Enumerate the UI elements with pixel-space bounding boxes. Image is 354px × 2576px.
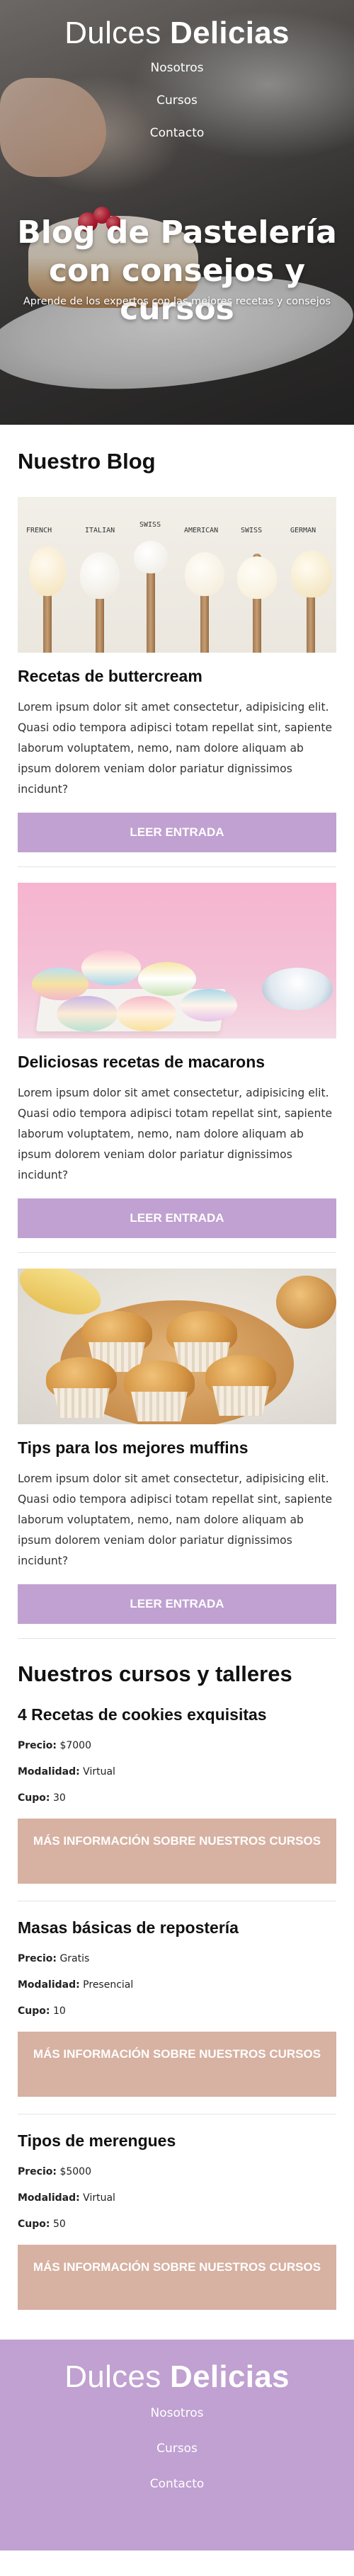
course-info-button[interactable]: MÁS INFORMACIÓN SOBRE NUESTROS CURSOS xyxy=(18,1819,336,1884)
course-title: 4 Recetas de cookies exquisitas xyxy=(18,1705,267,1724)
mode-label: Modalidad: xyxy=(18,1766,80,1778)
image-label: GERMAN xyxy=(290,527,316,534)
footer-link-contacto[interactable]: Contacto xyxy=(150,2477,205,2491)
price-label: Precio: xyxy=(18,1953,57,1964)
course-price: Precio: $5000 xyxy=(18,2166,336,2177)
mode-value: Virtual xyxy=(83,2192,115,2204)
nav-link-nosotros[interactable]: Nosotros xyxy=(151,61,204,75)
course-mode: Modalidad: Presencial xyxy=(18,1979,336,1991)
blog-entry: Deliciosas recetas de macarons Lorem ips… xyxy=(18,883,336,1253)
logo-bold-text: Delicias xyxy=(170,2359,290,2394)
read-entry-button[interactable]: LEER ENTRADA xyxy=(18,813,336,852)
footer-nav: Nosotros Cursos Contacto xyxy=(0,2406,354,2491)
nav-link-contacto[interactable]: Contacto xyxy=(150,126,205,140)
price-label: Precio: xyxy=(18,1740,57,1751)
course-price: Precio: Gratis xyxy=(18,1953,336,1964)
seats-label: Cupo: xyxy=(18,1792,50,1804)
courses-section-title: Nuestros cursos y talleres xyxy=(18,1661,292,1686)
course-mode: Modalidad: Virtual xyxy=(18,2192,336,2204)
seats-value: 10 xyxy=(52,2005,66,2017)
course-seats: Cupo: 50 xyxy=(18,2219,336,2230)
seats-value: 30 xyxy=(52,1792,66,1804)
nav-link-cursos[interactable]: Cursos xyxy=(156,93,198,108)
logo-light-text: Dulces xyxy=(64,2359,161,2394)
blog-entry-text: Lorem ipsum dolor sit amet consectetur, … xyxy=(18,701,333,796)
mode-value: Virtual xyxy=(83,1766,115,1778)
seats-label: Cupo: xyxy=(18,2219,50,2230)
price-value: $5000 xyxy=(59,2166,91,2177)
image-label: SWISS xyxy=(139,521,161,529)
blog-image-buttercream: FRENCH ITALIAN SWISS AMERICAN SWISS GERM… xyxy=(18,497,336,653)
course-seats: Cupo: 10 xyxy=(18,2005,336,2017)
blog-image-macarons xyxy=(18,883,336,1038)
course-card: 4 Recetas de cookies exquisitas Precio: … xyxy=(18,1705,336,1901)
course-info-button[interactable]: MÁS INFORMACIÓN SOBRE NUESTROS CURSOS xyxy=(18,2032,336,2097)
image-label: ITALIAN xyxy=(85,527,115,534)
price-label: Precio: xyxy=(18,2166,57,2177)
blog-entry-title: Recetas de buttercream xyxy=(18,667,202,685)
blog-entry-title: Tips para los mejores muffins xyxy=(18,1438,249,1457)
blog-entry-title: Deliciosas recetas de macarons xyxy=(18,1053,266,1071)
course-price: Precio: $7000 xyxy=(18,1740,336,1751)
course-card: Masas básicas de repostería Precio: Grat… xyxy=(18,1918,336,2114)
hero-header: Dulces Delicias Nosotros Cursos Contacto… xyxy=(0,0,354,425)
footer-logo[interactable]: Dulces Delicias xyxy=(0,2340,354,2395)
nav-list: Nosotros Cursos Contacto xyxy=(0,61,354,140)
site-logo[interactable]: Dulces Delicias xyxy=(0,0,354,51)
blog-image-muffins xyxy=(18,1269,336,1424)
course-seats: Cupo: 30 xyxy=(18,1792,336,1804)
mode-label: Modalidad: xyxy=(18,1979,80,1991)
course-title: Masas básicas de repostería xyxy=(18,1918,239,1937)
course-title: Tipos de merengues xyxy=(18,2131,176,2150)
seats-value: 50 xyxy=(52,2219,66,2230)
course-card: Tipos de merengues Precio: $5000 Modalid… xyxy=(18,2131,336,2340)
read-entry-button[interactable]: LEER ENTRADA xyxy=(18,1198,336,1238)
logo-light-text: Dulces xyxy=(64,16,161,50)
blog-entry-text: Lorem ipsum dolor sit amet consectetur, … xyxy=(18,1087,333,1181)
top-nav: Dulces Delicias Nosotros Cursos Contacto xyxy=(0,0,354,159)
mode-value: Presencial xyxy=(83,1979,134,1991)
mode-label: Modalidad: xyxy=(18,2192,80,2204)
seats-label: Cupo: xyxy=(18,2005,50,2017)
course-mode: Modalidad: Virtual xyxy=(18,1766,336,1778)
hero-title: Blog de Pastelería con consejos y cursos xyxy=(17,214,337,327)
price-value: $7000 xyxy=(59,1740,91,1751)
blog-entry-text: Lorem ipsum dolor sit amet consectetur, … xyxy=(18,1472,333,1567)
blog-entry: Tips para los mejores muffins Lorem ipsu… xyxy=(18,1269,336,1639)
main-content: Nuestro Blog FRENCH ITALIAN SWISS AMERIC… xyxy=(0,449,354,2340)
image-label: SWISS xyxy=(241,527,263,534)
logo-bold-text: Delicias xyxy=(170,16,290,50)
read-entry-button[interactable]: LEER ENTRADA xyxy=(18,1584,336,1624)
blog-entry: FRENCH ITALIAN SWISS AMERICAN SWISS GERM… xyxy=(18,497,336,867)
footer-link-nosotros[interactable]: Nosotros xyxy=(151,2406,204,2420)
hero-subtitle: Aprende de los expertos con las mejores … xyxy=(23,296,331,307)
footer-link-cursos[interactable]: Cursos xyxy=(156,2442,198,2456)
site-footer: Dulces Delicias Nosotros Cursos Contacto xyxy=(0,2340,354,2551)
course-info-button[interactable]: MÁS INFORMACIÓN SOBRE NUESTROS CURSOS xyxy=(18,2245,336,2310)
image-label: AMERICAN xyxy=(184,527,219,534)
blog-section-title: Nuestro Blog xyxy=(18,449,156,474)
price-value: Gratis xyxy=(59,1953,90,1964)
image-label: FRENCH xyxy=(26,527,52,534)
